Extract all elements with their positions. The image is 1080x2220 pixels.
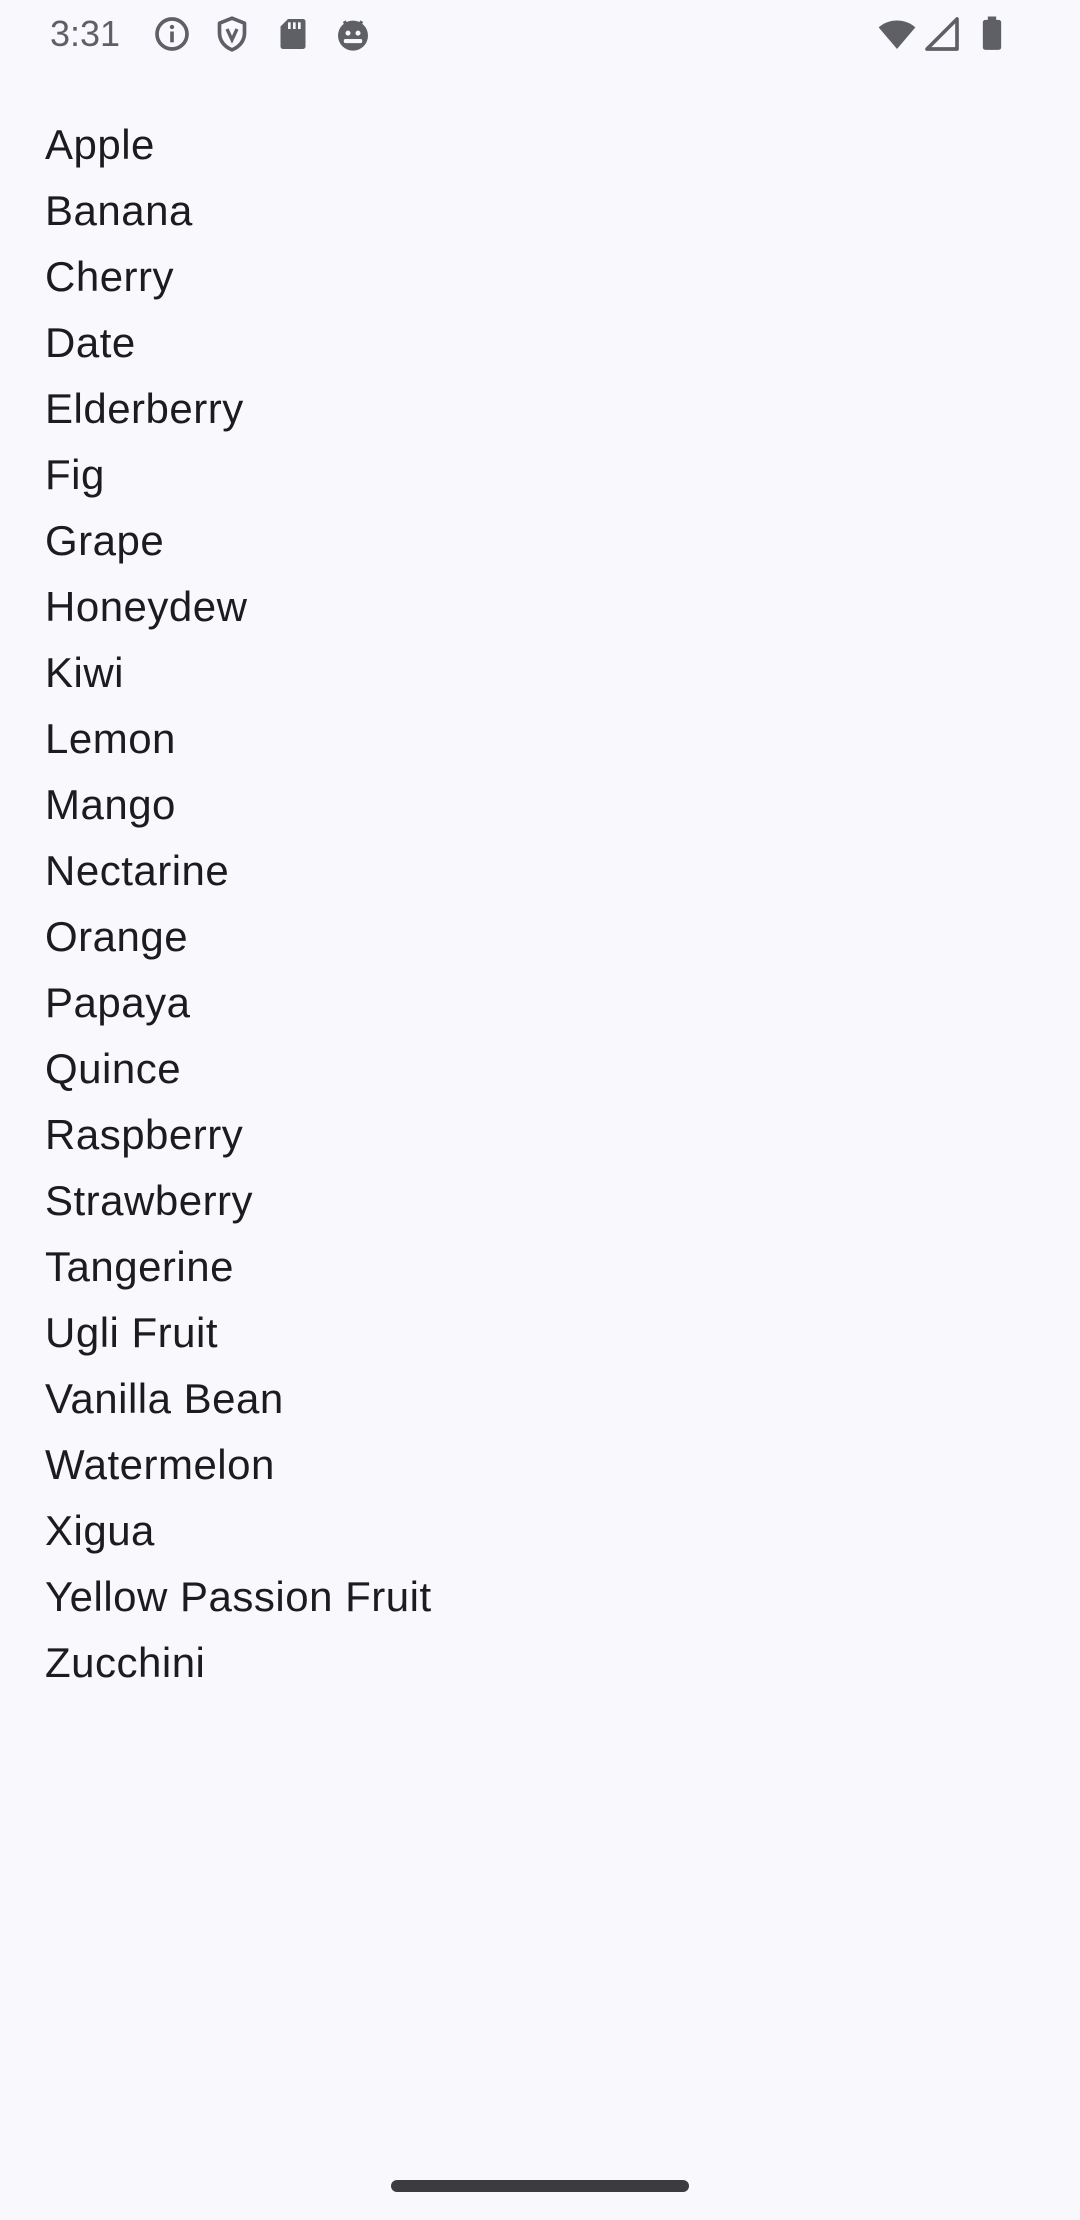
list-item: Cherry [45,253,175,300]
home-indicator[interactable] [391,2180,689,2192]
list-item: Ugli Fruit [45,1309,219,1356]
wifi-icon [878,20,916,49]
list-item: Zucchini [45,1639,206,1686]
list-item: Banana [45,187,193,234]
list-item: Vanilla Bean [45,1375,284,1422]
list-item: Yellow Passion Fruit [45,1573,432,1620]
list-item: Elderberry [45,385,244,432]
list-item: Tangerine [45,1243,234,1290]
list-item: Fig [45,451,105,498]
list-item: Apple [45,121,155,168]
list-item: Raspberry [45,1111,244,1158]
info-icon [155,17,189,51]
list-item: Honeydew [45,583,248,630]
list-item: Orange [45,913,189,960]
battery-icon [982,16,1002,50]
list-item: Nectarine [45,847,230,894]
list-item: Date [45,319,136,366]
list-item: Strawberry [45,1177,254,1224]
android-debug-icon [338,20,368,51]
list-item: Mango [45,781,176,828]
list-item: Lemon [45,715,176,762]
status-time: 3:31 [50,13,121,54]
list-item: Watermelon [45,1441,275,1488]
fruit-list: Apple Banana Cherry Date Elderberry Fig Grape H… [45,112,432,1696]
list-item: Kiwi [45,649,125,696]
list-item: Grape [45,517,165,564]
list-item: Papaya [45,979,191,1026]
sd-card-icon [280,19,306,49]
status-bar: 3:31 [0,0,1080,68]
shield-icon [217,16,247,52]
list-item: Xigua [45,1507,155,1554]
cellular-signal-icon [925,17,959,51]
list-item: Quince [45,1045,182,1092]
